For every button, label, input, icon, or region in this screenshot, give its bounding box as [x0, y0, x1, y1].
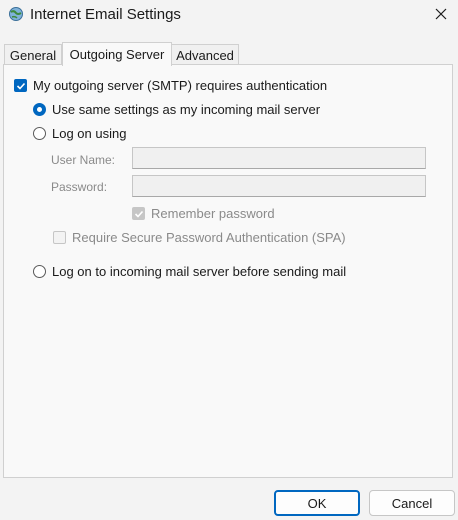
use-same-settings-label: Use same settings as my incoming mail se… — [52, 102, 321, 117]
user-name-label: User Name: — [51, 153, 116, 167]
cancel-button[interactable]: Cancel — [369, 490, 455, 516]
log-on-incoming-row[interactable]: Log on to incoming mail server before se… — [33, 264, 346, 279]
requires-auth-label: My outgoing server (SMTP) requires authe… — [33, 78, 328, 93]
ok-button[interactable]: OK — [274, 490, 360, 516]
checkmark-icon — [134, 210, 143, 218]
requires-auth-checkbox[interactable] — [14, 79, 27, 92]
app-globe-icon — [8, 6, 24, 22]
log-on-incoming-radio[interactable] — [33, 265, 46, 278]
require-spa-checkbox[interactable] — [53, 231, 66, 244]
tab-outgoing-server[interactable]: Outgoing Server — [62, 42, 172, 66]
title-bar: Internet Email Settings — [0, 0, 458, 30]
requires-auth-checkbox-row[interactable]: My outgoing server (SMTP) requires authe… — [14, 78, 327, 93]
tab-advanced[interactable]: Advanced — [171, 44, 239, 65]
window-title: Internet Email Settings — [30, 6, 181, 23]
use-same-settings-row[interactable]: Use same settings as my incoming mail se… — [33, 102, 320, 117]
close-icon — [435, 8, 447, 20]
outgoing-server-panel: My outgoing server (SMTP) requires authe… — [3, 64, 453, 478]
checkmark-icon — [16, 82, 25, 90]
require-spa-label: Require Secure Password Authentication (… — [72, 230, 346, 245]
log-on-using-radio[interactable] — [33, 127, 46, 140]
log-on-using-row[interactable]: Log on using — [33, 126, 126, 141]
use-same-settings-radio[interactable] — [33, 103, 46, 116]
remember-password-checkbox[interactable] — [132, 207, 145, 220]
tab-general[interactable]: General — [4, 44, 62, 65]
remember-password-row[interactable]: Remember password — [132, 206, 275, 221]
log-on-using-label: Log on using — [52, 126, 127, 141]
user-name-input[interactable] — [132, 147, 426, 169]
require-spa-row[interactable]: Require Secure Password Authentication (… — [53, 230, 346, 245]
log-on-incoming-label: Log on to incoming mail server before se… — [52, 264, 347, 279]
close-button[interactable] — [426, 2, 456, 26]
password-input[interactable] — [132, 175, 426, 197]
remember-password-label: Remember password — [151, 206, 275, 221]
password-label: Password: — [51, 180, 108, 194]
